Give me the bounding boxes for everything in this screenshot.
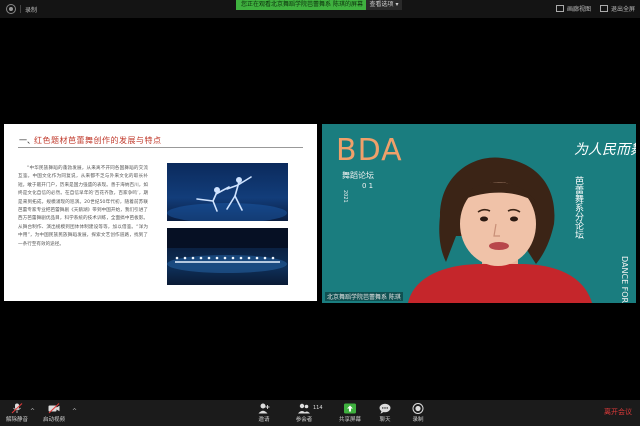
- microphone-muted-icon: [11, 403, 23, 414]
- camera-off-icon: [48, 403, 60, 414]
- share-screen-button[interactable]: 共享屏幕: [330, 403, 370, 423]
- ballet-photo-duet: [167, 163, 288, 221]
- record-icon: [412, 403, 424, 414]
- exit-fullscreen-icon: [600, 4, 608, 12]
- record-label: 录制: [412, 417, 424, 423]
- start-video-label: 启动视频: [42, 417, 65, 423]
- bda-logo: BDA: [336, 133, 403, 168]
- slide-title: 红色题材芭蕾舞创作的发展与特点: [34, 136, 162, 145]
- share-screen-icon: [344, 403, 356, 414]
- slide-section-number: 一、: [19, 136, 35, 145]
- invite-label: 邀请: [258, 417, 270, 423]
- chat-bubble-icon: [379, 403, 391, 414]
- unmute-label: 解除静音: [5, 417, 28, 423]
- gallery-view-button[interactable]: 画廊视图: [556, 2, 591, 14]
- start-video-button[interactable]: 启动视频: [34, 403, 74, 423]
- add-person-icon: [258, 403, 270, 414]
- participants-icon: [298, 403, 310, 414]
- speaker-name-tag: 北京舞蹈学院芭蕾舞系 陈琪: [325, 292, 403, 301]
- slide-body-text: “中华民族舞蹈的蓬勃发展，从来离不开同各国舞蹈的交流互鉴。中国文化作为同复说，从…: [18, 166, 148, 247]
- exit-fullscreen-label: 退出全屏: [611, 5, 636, 13]
- leave-meeting-button[interactable]: 离开会议: [604, 407, 632, 417]
- speaker-video[interactable]: BDA 舞蹈论坛 0 1 2021 为人民而舞 芭蕾舞系分论坛 DANCE FO…: [322, 124, 636, 303]
- forum-year: 2021: [342, 190, 348, 203]
- participant-count-badge: 114: [313, 405, 323, 411]
- record-button[interactable]: 录制: [398, 403, 438, 423]
- recording-label: 录制: [25, 6, 38, 14]
- grid-icon: [556, 4, 564, 12]
- share-banner: 您正在观看北京舞蹈学院芭蕾舞系 陈琪的屏幕: [236, 0, 368, 10]
- share-screen-label: 共享屏幕: [338, 417, 361, 423]
- view-options-button[interactable]: 查看选项 ▾: [366, 0, 402, 10]
- subforum-title: 芭蕾舞系分论坛: [573, 175, 584, 240]
- calligraphy-text: 为人民而舞: [574, 142, 636, 158]
- recording-indicator[interactable]: 录制: [6, 3, 37, 15]
- participants-label: 参会者: [295, 417, 313, 423]
- view-options-label: 查看选项: [369, 1, 394, 8]
- forum-number: 0 1: [362, 182, 373, 190]
- invite-button[interactable]: 邀请: [244, 403, 284, 423]
- forum-title: 舞蹈论坛: [342, 170, 374, 180]
- video-options-chevron-icon[interactable]: ^: [72, 408, 77, 415]
- slide-divider: [18, 147, 303, 148]
- ballet-photo-corps: [167, 228, 288, 285]
- record-icon: [6, 4, 16, 14]
- divider: [20, 5, 21, 13]
- gallery-view-label: 画廊视图: [567, 5, 592, 13]
- exit-fullscreen-button[interactable]: 退出全屏: [600, 2, 635, 14]
- dance-forum-side: DANCE FORUM: [620, 256, 629, 303]
